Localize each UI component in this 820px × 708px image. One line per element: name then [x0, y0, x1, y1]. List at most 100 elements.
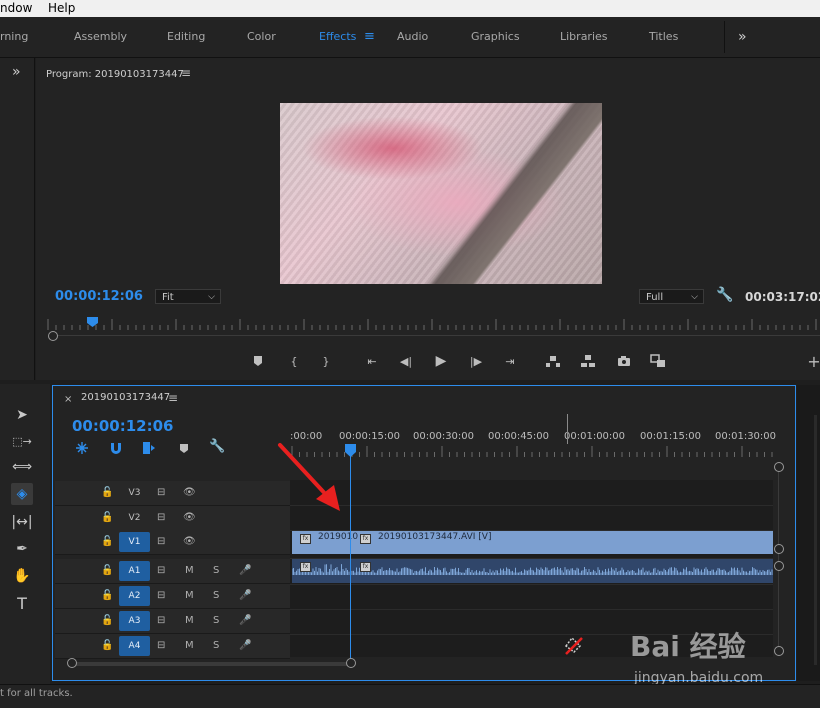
track-header-a4[interactable]: 🔓 A4 ⊟ M S 🎤	[55, 634, 290, 659]
sync-lock-icon[interactable]: ⊟	[157, 481, 165, 505]
snap-magnet-icon[interactable]	[109, 441, 123, 455]
timeline-current-timecode[interactable]: 00:00:12:06	[72, 417, 174, 435]
tab-audio[interactable]: Audio	[397, 17, 428, 57]
mute-button[interactable]: M	[185, 634, 194, 658]
selection-tool-icon[interactable]: ➤	[11, 404, 33, 426]
eye-visibility-icon[interactable]: 👁	[183, 506, 196, 530]
menu-window[interactable]: ndow	[0, 0, 32, 16]
track-header-v3[interactable]: 🔓 V3 ⊟ 👁	[55, 481, 290, 506]
close-icon[interactable]: ×	[64, 394, 72, 405]
extract-icon[interactable]	[580, 353, 596, 369]
add-marker-icon[interactable]	[250, 353, 266, 369]
mark-in-icon[interactable]: {	[286, 353, 302, 369]
mute-button[interactable]: M	[185, 584, 194, 608]
tab-libraries[interactable]: Libraries	[560, 17, 608, 57]
sync-lock-icon[interactable]: ⊟	[157, 559, 165, 583]
pen-tool-icon[interactable]: ✒	[11, 538, 33, 560]
track-name[interactable]: A4	[119, 636, 150, 656]
mute-button[interactable]: M	[185, 609, 194, 633]
zoom-scrollbar-handle[interactable]	[48, 331, 58, 341]
track-header-a1[interactable]: 🔓 A1 ⊟ M S 🎤	[55, 559, 290, 584]
solo-button[interactable]: S	[213, 609, 219, 633]
sequence-tab-name[interactable]: 20190103173447	[81, 392, 170, 403]
playhead-line[interactable]	[350, 446, 351, 660]
play-icon[interactable]: ▶	[433, 353, 449, 369]
track-header-v2[interactable]: 🔓 V2 ⊟ 👁	[55, 506, 290, 531]
timeline-time-ruler[interactable]	[290, 445, 773, 457]
tab-graphics[interactable]: Graphics	[471, 17, 520, 57]
lift-icon[interactable]	[545, 353, 561, 369]
lock-icon[interactable]: 🔓	[101, 481, 113, 505]
go-to-in-icon[interactable]: ⇤	[364, 353, 380, 369]
lock-icon[interactable]: 🔓	[101, 530, 113, 554]
tab-assembly[interactable]: Assembly	[74, 17, 127, 57]
tab-effects[interactable]: Effects	[319, 17, 356, 57]
eye-visibility-icon[interactable]: 👁	[183, 530, 196, 554]
vertical-scroll-handle-top[interactable]	[774, 462, 784, 472]
scrollbar-left-handle[interactable]	[67, 658, 77, 668]
razor-tool-icon[interactable]: ◈	[11, 483, 33, 505]
hand-tool-icon[interactable]: ✋	[11, 565, 33, 587]
track-name[interactable]: V3	[119, 483, 150, 503]
add-marker-icon[interactable]	[178, 442, 190, 454]
sync-lock-icon[interactable]: ⊟	[157, 609, 165, 633]
double-chevron-right-icon[interactable]: »	[12, 64, 21, 80]
track-header-a2[interactable]: 🔓 A2 ⊟ M S 🎤	[55, 584, 290, 609]
wrench-settings-icon[interactable]: 🔧	[716, 287, 733, 303]
track-header-a3[interactable]: 🔓 A3 ⊟ M S 🎤	[55, 609, 290, 634]
lock-icon[interactable]: 🔓	[101, 634, 113, 658]
audio-clip[interactable]: fx fx	[292, 559, 773, 583]
program-current-timecode[interactable]: 00:00:12:06	[55, 289, 143, 304]
video-clip[interactable]: fx 2019010 fx 20190103173447.AVI [V]	[292, 531, 773, 554]
ripple-edit-tool-icon[interactable]: ⟺	[11, 456, 33, 478]
track-header-v1[interactable]: 🔓 V1 ⊟ 👁	[55, 530, 290, 555]
hamburger-menu-icon[interactable]: ≡	[364, 17, 375, 57]
solo-button[interactable]: S	[213, 559, 219, 583]
linked-selection-icon[interactable]	[142, 441, 156, 455]
vertical-scroll-handle[interactable]	[774, 544, 784, 554]
go-to-out-icon[interactable]: ⇥	[502, 353, 518, 369]
vertical-scroll-handle[interactable]	[774, 561, 784, 571]
track-name[interactable]: A3	[119, 611, 150, 631]
mute-button[interactable]: M	[185, 559, 194, 583]
add-button-icon[interactable]: +	[806, 352, 820, 371]
panel-menu-icon[interactable]: ≡	[168, 391, 178, 405]
fit-dropdown[interactable]: Fit ⌵	[155, 289, 221, 304]
nest-sequence-icon[interactable]	[75, 441, 89, 455]
lock-icon[interactable]: 🔓	[101, 609, 113, 633]
track-name[interactable]: A2	[119, 586, 150, 606]
step-forward-icon[interactable]: |▶	[468, 353, 484, 369]
sync-lock-icon[interactable]: ⊟	[157, 506, 165, 530]
resolution-dropdown[interactable]: Full ⌵	[639, 289, 704, 304]
slip-tool-icon[interactable]: |↔|	[11, 511, 33, 533]
tab-color[interactable]: Color	[247, 17, 276, 57]
microphone-icon[interactable]: 🎤	[239, 609, 251, 633]
program-time-ruler[interactable]	[46, 318, 820, 330]
track-name[interactable]: V2	[119, 508, 150, 528]
menu-help[interactable]: Help	[48, 0, 75, 16]
track-select-tool-icon[interactable]: ⬚→	[11, 430, 33, 452]
tab-titles[interactable]: Titles	[649, 17, 678, 57]
lock-icon[interactable]: 🔓	[101, 559, 113, 583]
comparison-view-icon[interactable]	[650, 353, 666, 369]
solo-button[interactable]: S	[213, 584, 219, 608]
horizontal-scrollbar[interactable]	[72, 662, 352, 666]
track-name[interactable]: A1	[119, 561, 150, 581]
microphone-icon[interactable]: 🎤	[239, 559, 251, 583]
track-name[interactable]: V1	[119, 532, 150, 552]
wrench-settings-icon[interactable]: 🔧	[209, 439, 225, 454]
eye-visibility-icon[interactable]: 👁	[183, 481, 196, 505]
program-monitor-title[interactable]: Program: 20190103173447	[46, 69, 184, 80]
lock-icon[interactable]: 🔓	[101, 584, 113, 608]
tab-learning[interactable]: rning	[0, 17, 28, 57]
step-back-icon[interactable]: ◀|	[398, 353, 414, 369]
double-chevron-right-icon[interactable]: »	[738, 17, 747, 57]
camera-export-frame-icon[interactable]	[616, 353, 632, 369]
panel-menu-icon[interactable]: ≡	[181, 66, 191, 80]
tab-editing[interactable]: Editing	[167, 17, 205, 57]
lock-icon[interactable]: 🔓	[101, 506, 113, 530]
program-playhead-icon[interactable]	[86, 316, 100, 328]
type-tool-icon[interactable]: T	[11, 592, 33, 614]
mark-out-icon[interactable]: }	[318, 353, 334, 369]
sync-lock-icon[interactable]: ⊟	[157, 584, 165, 608]
